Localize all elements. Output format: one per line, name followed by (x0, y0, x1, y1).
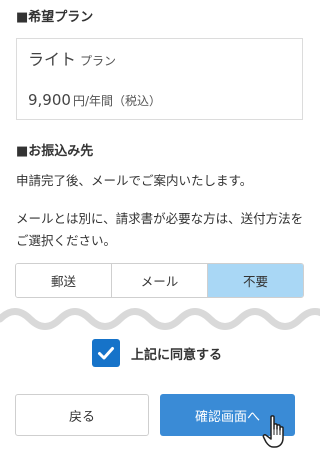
plan-name-suffix: プラン (80, 54, 117, 68)
agreement-checkbox[interactable] (92, 339, 120, 367)
option-email-button[interactable]: メール (112, 264, 208, 297)
transfer-info-text: 申請完了後、メールでご案内いたします。 (16, 173, 253, 188)
invoice-info-text: メールとは別に、請求書が必要な方は、送付方法をご選択ください。 (16, 211, 304, 248)
plan-name: ライト プラン (28, 49, 116, 72)
back-button[interactable]: 戻る (15, 394, 149, 436)
plan-price-amount: 9,900 (28, 91, 71, 109)
plan-price: 9,900 円/年間（税込） (28, 90, 161, 111)
plan-summary-box: ライト プラン 9,900 円/年間（税込） (16, 38, 303, 120)
option-postal-mail-button[interactable]: 郵送 (16, 264, 112, 297)
agreement-checkbox-row[interactable]: 上記に同意する (92, 339, 222, 367)
hand-pointer-icon (262, 415, 284, 448)
agreement-label: 上記に同意する (131, 347, 223, 363)
invoice-delivery-selector: 郵送 メール 不要 (15, 263, 304, 298)
transfer-section-title: ■お振込み先 (16, 144, 94, 159)
plan-price-unit: 円/年間（税込） (72, 94, 161, 108)
plan-section-title: ■希望プラン (16, 10, 94, 25)
checkmark-icon (98, 347, 114, 360)
wave-divider (0, 308, 320, 330)
plan-name-value: ライト (28, 50, 77, 69)
option-not-needed-button[interactable]: 不要 (208, 264, 303, 297)
